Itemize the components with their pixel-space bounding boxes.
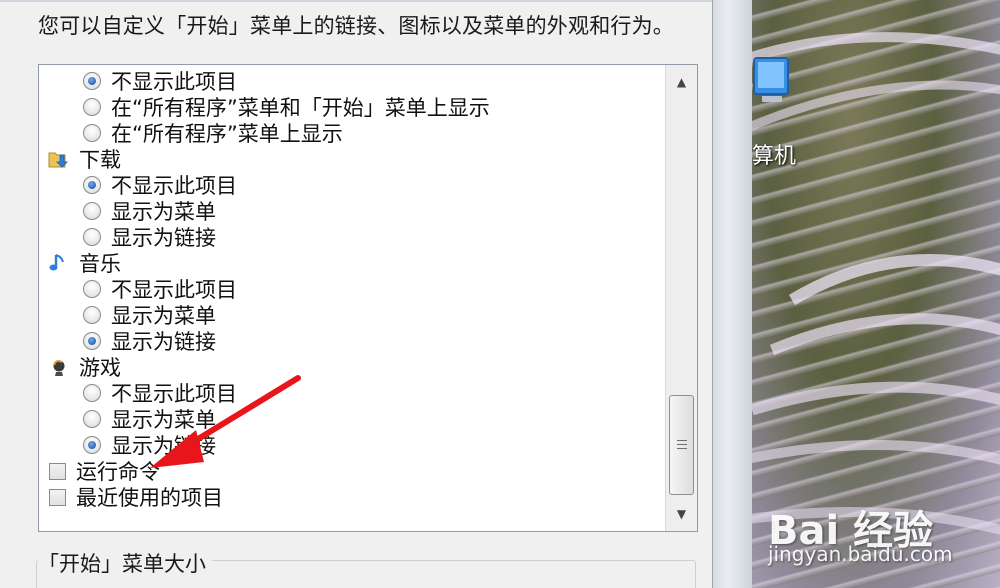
thumb-grip-line (677, 444, 687, 445)
list-item-radio[interactable]: 显示为链接 (83, 432, 216, 458)
option-label: 显示为链接 (111, 226, 216, 250)
section-header-games: 游戏 (47, 354, 121, 380)
list-item-radio[interactable]: 显示为菜单 (83, 302, 216, 328)
list-item-radio[interactable]: 不显示此项目 (83, 276, 237, 302)
games-icon (47, 356, 69, 378)
radio-button[interactable] (83, 228, 101, 246)
section-header-downloads: 下载 (47, 146, 121, 172)
recent-items-checkbox-item[interactable]: 最近使用的项目 (49, 484, 223, 510)
radio-button[interactable] (83, 410, 101, 428)
list-item-radio[interactable]: 显示为链接 (83, 328, 216, 354)
list-item-radio[interactable]: 显示为链接 (83, 224, 216, 250)
list-item-radio[interactable]: 在“所有程序”菜单上显示 (83, 120, 343, 146)
list-item-radio[interactable]: 不显示此项目 (83, 68, 237, 94)
desktop-icon-label[interactable]: 算机 (752, 138, 796, 170)
radio-button[interactable] (83, 72, 101, 90)
baidu-watermark-url: jingyan.baidu.com (768, 542, 953, 566)
thumb-grip-line (677, 440, 687, 441)
radio-button[interactable] (83, 98, 101, 116)
list-item-radio[interactable]: 显示为菜单 (83, 406, 216, 432)
menu-size-group-title: 「开始」菜单大小 (38, 548, 212, 578)
window-frame-edge (712, 0, 752, 588)
option-label: 显示为链接 (111, 330, 216, 354)
vertical-scrollbar[interactable]: ▲ ▼ (665, 65, 697, 531)
radio-button[interactable] (83, 202, 101, 220)
start-menu-options-list[interactable]: 不显示此项目 在“所有程序”菜单和「开始」菜单上显示 在“所有程序”菜单上显示 … (38, 64, 698, 532)
thumb-grip-line (677, 448, 687, 449)
radio-button[interactable] (83, 332, 101, 350)
options-list-content: 不显示此项目 在“所有程序”菜单和「开始」菜单上显示 在“所有程序”菜单上显示 … (39, 65, 665, 531)
section-header-music: 音乐 (47, 250, 121, 276)
radio-button[interactable] (83, 384, 101, 402)
music-note-icon (47, 252, 69, 274)
scrollbar-thumb[interactable] (669, 395, 694, 495)
list-item-radio[interactable]: 在“所有程序”菜单和「开始」菜单上显示 (83, 94, 490, 120)
radio-button[interactable] (83, 280, 101, 298)
radio-button[interactable] (83, 124, 101, 142)
radio-button[interactable] (83, 306, 101, 324)
option-label: 最近使用的项目 (76, 486, 223, 510)
list-item-radio[interactable]: 不显示此项目 (83, 380, 237, 406)
scroll-down-arrow-icon[interactable]: ▼ (666, 501, 697, 527)
run-command-checkbox-item[interactable]: 运行命令 (49, 458, 160, 484)
dialog-top-border (0, 0, 712, 2)
list-item-radio[interactable]: 不显示此项目 (83, 172, 237, 198)
download-folder-icon (47, 148, 69, 170)
checkbox[interactable] (49, 462, 66, 480)
list-item-radio[interactable]: 显示为菜单 (83, 198, 216, 224)
radio-button[interactable] (83, 176, 101, 194)
dialog-description: 您可以自定义「开始」菜单上的链接、图标以及菜单的外观和行为。 (38, 14, 674, 38)
computer-desktop-icon[interactable] (752, 52, 792, 108)
option-label: 在“所有程序”菜单上显示 (111, 122, 343, 146)
scroll-up-arrow-icon[interactable]: ▲ (666, 69, 697, 95)
customize-start-menu-dialog: 您可以自定义「开始」菜单上的链接、图标以及菜单的外观和行为。 不显示此项目 在“… (0, 0, 712, 588)
radio-button[interactable] (83, 436, 101, 454)
checkbox[interactable] (49, 488, 66, 506)
